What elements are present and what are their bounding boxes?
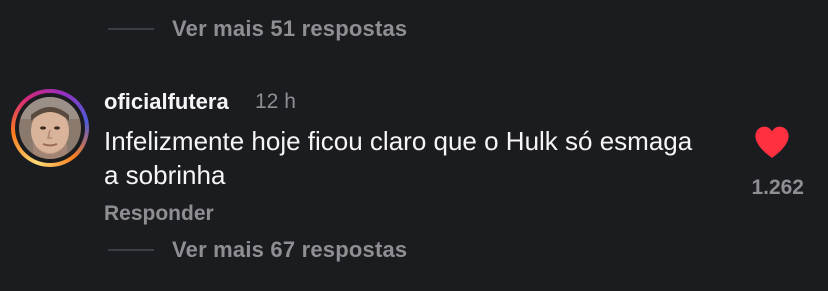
view-more-replies-button-top[interactable]: Ver mais 51 respostas [108, 16, 407, 42]
like-count: 1.262 [751, 176, 804, 199]
avatar-story-ring-gap [15, 93, 85, 163]
comments-panel: Ver mais 51 respostas oficialfutera 12 h [0, 0, 828, 291]
view-more-replies-label: Ver mais 67 respostas [172, 237, 408, 262]
clipped-previous-content [118, 0, 158, 4]
reply-thread-line [108, 249, 154, 251]
comment-text: Infelizmente hoje ficou claro que o Hulk… [104, 126, 693, 190]
reply-button[interactable]: Responder [104, 202, 214, 226]
avatar-photo-icon [19, 97, 81, 159]
comment-username[interactable]: oficialfutera [104, 89, 229, 115]
view-more-replies-label: Ver mais 51 respostas [172, 16, 408, 41]
view-more-replies-button[interactable]: Ver mais 67 respostas [108, 237, 407, 263]
comment-timestamp: 12 h [255, 90, 296, 113]
like-heart-icon[interactable] [753, 124, 791, 160]
reply-thread-line [108, 28, 154, 30]
avatar[interactable] [11, 89, 89, 167]
